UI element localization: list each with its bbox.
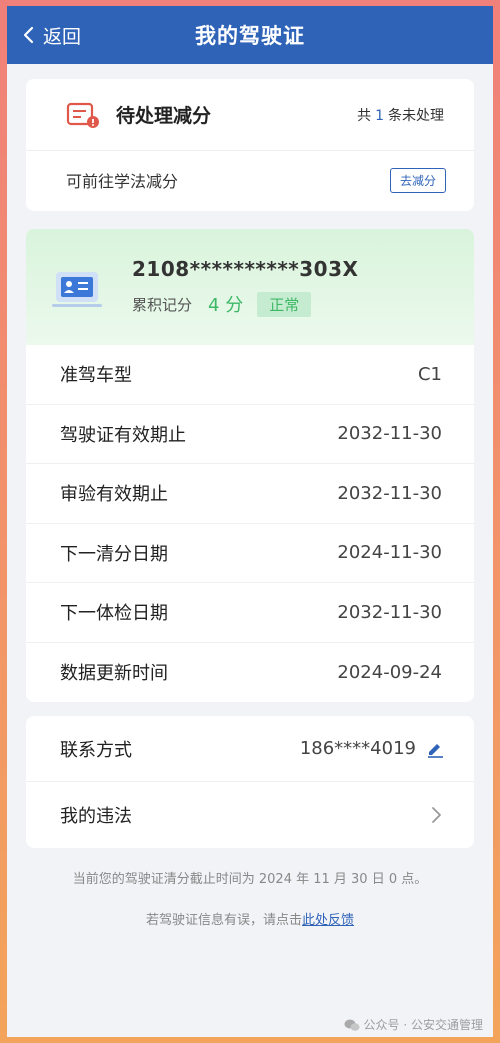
info-label: 数据更新时间 [60,663,168,685]
wechat-icon [344,1019,360,1031]
info-row-license-expiry: 驾驶证有效期止 2032-11-30 [26,405,474,464]
info-value: 2032-11-30 [337,482,442,504]
study-deduction-row: 可前往学法减分 去减分 [26,151,474,209]
license-card: 2108**********303X 累积记分 4 分 正常 准驾车型 C1 驾… [26,229,474,702]
back-label: 返回 [43,25,82,48]
feedback-note: 若驾驶证信息有误，请点击此处反馈 [7,909,493,928]
pending-count-suffix: 条未处理 [388,107,444,124]
info-value: C1 [417,363,442,385]
info-row-next-clear-date: 下一清分日期 2024-11-30 [26,524,474,583]
pending-count-number: 1 [375,107,384,124]
back-button[interactable]: 返回 [19,6,81,64]
feedback-link[interactable]: 此处反馈 [302,913,354,928]
feedback-prefix: 若驾驶证信息有误，请点击 [145,913,302,928]
info-row-inspection-expiry: 审验有效期止 2032-11-30 [26,464,474,524]
contact-value: 186****4019 [300,738,444,759]
document-alert-icon [66,102,99,128]
my-violations-row[interactable]: 我的违法 [26,782,474,848]
pending-deduction-row[interactable]: 待处理减分 共 1 条未处理 [26,79,474,151]
app-screen: 返回 我的驾驶证 待处理减分 共 1 条未处理 可前往学法减分 去减分 2108… [7,6,493,1037]
info-label: 下一清分日期 [60,543,168,565]
pending-count: 共 1 条未处理 [357,105,444,125]
license-info: 2108**********303X 累积记分 4 分 正常 [132,257,358,317]
info-label: 准驾车型 [60,365,132,387]
page-title: 我的驾驶证 [195,24,305,48]
pending-title: 待处理减分 [116,105,212,127]
info-label: 审验有效期止 [60,484,168,506]
info-label: 下一体检日期 [60,603,168,625]
points-label: 累积记分 [132,295,193,314]
info-value: 2032-11-30 [337,423,442,445]
status-badge: 正常 [257,291,312,317]
info-row-vehicle-class: 准驾车型 C1 [26,345,474,405]
pending-count-prefix: 共 [357,107,372,124]
info-row-next-medical-date: 下一体检日期 2032-11-30 [26,583,474,643]
contact-card: 联系方式 186****4019 我的违法 [26,716,474,848]
contact-row: 联系方式 186****4019 [26,716,474,782]
watermark-text: 公众号 · 公安交通管理 [363,1018,483,1032]
navbar: 返回 我的驾驶证 [7,6,493,64]
points-value: 4 分 [208,295,244,316]
info-label: 驾驶证有效期止 [60,424,186,446]
info-value: 2032-11-30 [337,601,442,623]
license-header: 2108**********303X 累积记分 4 分 正常 [26,229,474,345]
info-value: 2024-11-30 [337,542,442,564]
chevron-left-icon [23,26,34,44]
watermark: 公众号 · 公安交通管理 [344,1016,483,1033]
pending-deduction-card: 待处理减分 共 1 条未处理 可前往学法减分 去减分 [26,79,474,211]
edit-icon[interactable] [426,740,444,758]
contact-label: 联系方式 [60,739,132,761]
study-hint: 可前往学法减分 [66,172,179,191]
phone-number: 186****4019 [299,738,416,759]
info-row-data-updated: 数据更新时间 2024-09-24 [26,643,474,703]
license-number: 2108**********303X [132,257,359,281]
info-value: 2024-09-24 [337,661,442,683]
chevron-right-icon [432,807,441,823]
violations-label: 我的违法 [60,806,132,827]
go-deduct-button[interactable]: 去减分 [389,167,446,193]
points-row: 累积记分 4 分 正常 [132,291,358,317]
id-card-icon [52,272,102,307]
clear-deadline-note: 当前您的驾驶证清分截止时间为 2024 年 11 月 30 日 0 点。 [72,872,428,887]
